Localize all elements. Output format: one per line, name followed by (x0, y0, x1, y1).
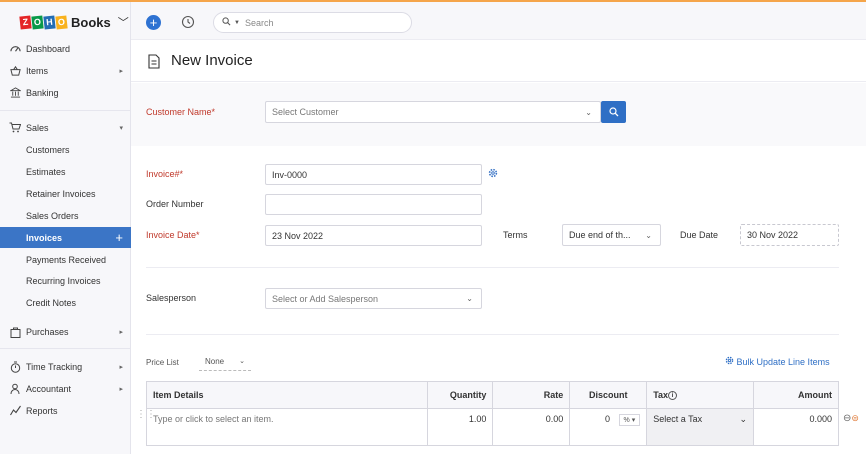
sidebar-item-time-tracking[interactable]: Time Tracking ▸ (0, 356, 131, 377)
row-actions: ⊖⊜ (843, 413, 859, 424)
accountant-icon (8, 382, 22, 396)
discount-cell: 0 % ▾ (569, 408, 648, 446)
customer-search-button[interactable] (601, 101, 626, 123)
sidebar-item-recurring-invoices[interactable]: Recurring Invoices (0, 270, 131, 291)
bulk-update-link[interactable]: Bulk Update Line Items (725, 356, 830, 367)
price-list-label: Price List (146, 358, 179, 367)
section-divider (146, 334, 839, 335)
sidebar-item-sales[interactable]: Sales ▾ (0, 117, 131, 138)
cart-icon (8, 121, 22, 135)
search-box[interactable]: ▼ (213, 12, 412, 33)
stopwatch-icon (8, 360, 22, 374)
invoice-date-input[interactable]: 23 Nov 2022 (265, 225, 482, 246)
section-divider (146, 267, 839, 268)
chevron-down-icon: ⌄ (466, 294, 473, 303)
salesperson-label: Salesperson (146, 293, 197, 303)
due-date-input[interactable]: 30 Nov 2022 (740, 224, 839, 246)
caret-down-icon: ▾ (119, 124, 123, 132)
tax-select[interactable]: Select a Tax ⌄ (646, 408, 755, 446)
order-number-label: Order Number (146, 199, 204, 209)
sidebar-item-sales-orders[interactable]: Sales Orders (0, 205, 131, 226)
caret-right-icon: ▸ (119, 385, 123, 393)
sidebar-divider (0, 110, 130, 111)
chevron-down-icon: ⌄ (645, 230, 652, 240)
gear-icon[interactable] (488, 168, 498, 181)
sidebar-item-retainer-invoices[interactable]: Retainer Invoices (0, 183, 131, 204)
table-row: Type or click to select an item. 1.00 0.… (145, 408, 839, 446)
history-icon[interactable] (181, 15, 195, 29)
chevron-down-icon: ⌄ (239, 358, 245, 365)
amount-value: 0.000 (753, 408, 839, 446)
order-number-input[interactable] (265, 194, 482, 215)
table-header-row: Item Details Quantity Rate Discount Tax i… (145, 381, 839, 409)
chevron-down-icon: ⌄ (739, 414, 748, 424)
sidebar-item-invoices[interactable]: Invoices + (0, 227, 131, 248)
remove-row-icon[interactable]: ⊜ (851, 413, 859, 423)
search-icon (222, 17, 231, 28)
caret-right-icon: ▸ (119, 328, 123, 336)
brand-switcher[interactable]: Z O H O Books ﹀ (19, 12, 129, 32)
col-discount: Discount (569, 381, 648, 409)
add-invoice-plus-icon[interactable]: + (115, 230, 123, 245)
drag-handle-icon[interactable]: ⋮⋮ (136, 409, 156, 420)
page-title: New Invoice (171, 52, 253, 69)
sidebar-item-items[interactable]: Items ▸ (0, 60, 131, 81)
sidebar-item-banking[interactable]: Banking (0, 82, 131, 103)
reports-icon (8, 404, 22, 418)
rate-input[interactable]: 0.00 (492, 408, 571, 446)
customer-select[interactable]: Select Customer ⌄ (265, 101, 601, 123)
col-amount: Amount (753, 381, 839, 409)
terms-label: Terms (503, 230, 528, 240)
sidebar-item-reports[interactable]: Reports (0, 400, 131, 421)
col-item-details: Item Details (145, 381, 429, 409)
top-bar: + ▼ (131, 2, 866, 40)
sidebar-item-payments-received[interactable]: Payments Received (0, 249, 131, 270)
page-header: New Invoice (131, 40, 866, 82)
sidebar-item-customers[interactable]: Customers (0, 139, 131, 160)
bag-icon (8, 325, 22, 339)
quantity-input[interactable]: 1.00 (427, 408, 494, 446)
customer-name-label: Customer Name* (146, 107, 216, 117)
sidebar-item-dashboard[interactable]: Dashboard (0, 38, 131, 59)
sidebar-item-estimates[interactable]: Estimates (0, 161, 131, 182)
price-list-select[interactable]: None ⌄ (199, 353, 251, 371)
dashboard-icon (8, 42, 22, 56)
discount-unit-select[interactable]: % ▾ (618, 414, 641, 426)
item-table: Item Details Quantity Rate Discount Tax i… (145, 381, 839, 446)
col-quantity: Quantity (427, 381, 494, 409)
sidebar-item-purchases[interactable]: Purchases ▸ (0, 321, 131, 342)
terms-select[interactable]: Due end of th... ⌄ (562, 224, 661, 246)
zoho-logo: Z O H O (19, 14, 68, 30)
chevron-down-icon: ﹀ (117, 17, 129, 29)
basket-icon (8, 64, 22, 78)
sidebar-item-accountant[interactable]: Accountant ▸ (0, 378, 131, 399)
info-icon[interactable]: i (668, 391, 678, 401)
col-tax: Tax i (646, 381, 755, 409)
salesperson-select[interactable]: Select or Add Salesperson ⌄ (265, 288, 482, 309)
due-date-label: Due Date (680, 230, 719, 240)
bank-icon (8, 86, 22, 100)
sidebar-item-credit-notes[interactable]: Credit Notes (0, 292, 131, 313)
search-input[interactable] (244, 17, 395, 28)
chevron-down-icon: ⌄ (585, 107, 592, 117)
gear-icon (725, 356, 734, 365)
sidebar-divider (0, 348, 130, 349)
discount-input[interactable]: 0 (605, 414, 610, 424)
brand-name: Books (71, 14, 111, 30)
item-details-input[interactable]: Type or click to select an item. (145, 408, 429, 446)
search-icon (608, 107, 618, 117)
caret-right-icon: ▸ (119, 363, 123, 371)
invoice-number-input[interactable]: Inv-0000 (265, 164, 482, 185)
search-filter-caret-icon[interactable]: ▼ (234, 20, 240, 26)
invoice-date-label: Invoice Date* (146, 230, 200, 240)
col-rate: Rate (492, 381, 571, 409)
plus-circle-icon[interactable]: + (146, 15, 161, 30)
invoice-number-label: Invoice#* (146, 169, 184, 179)
caret-right-icon: ▸ (119, 67, 123, 75)
document-icon (148, 54, 160, 69)
